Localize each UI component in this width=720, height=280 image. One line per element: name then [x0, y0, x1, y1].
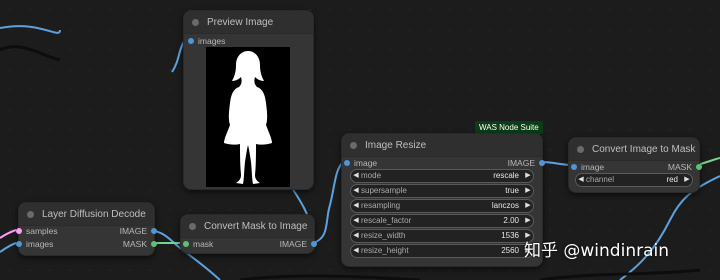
- widget-value: lanczos: [491, 201, 519, 210]
- slot-label: images: [198, 36, 226, 46]
- node-header[interactable]: Layer Diffusion Decode: [19, 203, 154, 226]
- node-collapse-dot-icon[interactable]: [27, 210, 34, 218]
- image-pin-icon[interactable]: [571, 164, 577, 170]
- node-header[interactable]: Convert Image to Mask: [569, 138, 699, 161]
- resize-height-widget[interactable]: ◀ resize_height 2560 ▶: [350, 244, 534, 258]
- image-pin-icon[interactable]: [311, 241, 317, 247]
- node-header[interactable]: Image Resize: [342, 134, 542, 157]
- preview-image: [206, 47, 290, 187]
- image-pin-icon[interactable]: [344, 160, 350, 166]
- arrow-right-icon[interactable]: ▶: [523, 170, 533, 182]
- silhouette-image: [224, 51, 272, 184]
- node-title: Convert Mask to Image: [204, 220, 308, 232]
- image-pin-icon[interactable]: [539, 160, 545, 166]
- wire-dark-bottom2: [539, 268, 701, 280]
- node-collapse-dot-icon[interactable]: [577, 145, 584, 153]
- node-header[interactable]: Preview Image: [184, 11, 313, 34]
- arrow-left-icon[interactable]: ◀: [351, 245, 361, 257]
- wire-latent: [0, 229, 17, 239]
- widget-label: channel: [586, 175, 615, 184]
- convert-image-to-mask-node[interactable]: Convert Image to Mask image MASK ◀ chann…: [568, 137, 702, 193]
- widget-label: mode: [361, 171, 382, 180]
- wire-image-cm: [312, 161, 344, 244]
- arrow-left-icon[interactable]: ◀: [351, 230, 361, 242]
- node-title: Preview Image: [207, 16, 274, 28]
- mask-pin-icon[interactable]: [696, 164, 702, 170]
- arrow-left-icon[interactable]: ◀: [351, 200, 361, 212]
- image-pin-icon[interactable]: [188, 38, 194, 44]
- supersample-widget[interactable]: ◀ supersample true ▶: [350, 184, 534, 198]
- arrow-left-icon[interactable]: ◀: [351, 170, 361, 182]
- arrow-left-icon[interactable]: ◀: [351, 215, 361, 227]
- node-title: Image Resize: [365, 139, 427, 151]
- widget-label: supersample: [361, 186, 407, 195]
- slot-label: IMAGE: [507, 158, 535, 168]
- widget-label: resize_height: [361, 246, 409, 255]
- output-mask[interactable]: MASK: [668, 161, 702, 173]
- slot-label: MASK: [667, 162, 692, 172]
- node-title: Layer Diffusion Decode: [42, 208, 146, 220]
- image-resize-node[interactable]: Image Resize image IMAGE ◀ mode rescale …: [341, 133, 545, 267]
- widget-label: resize_width: [361, 231, 406, 240]
- node-collapse-dot-icon[interactable]: [189, 222, 196, 230]
- input-mask[interactable]: mask: [183, 238, 213, 250]
- widget-value: 2560: [501, 246, 519, 255]
- image-pin-icon[interactable]: [16, 241, 22, 247]
- layer-diffusion-decode-node[interactable]: Layer Diffusion Decode samples images IM…: [16, 202, 157, 256]
- mask-pin-icon[interactable]: [151, 241, 157, 247]
- arrow-left-icon[interactable]: ◀: [576, 174, 586, 186]
- arrow-right-icon[interactable]: ▶: [682, 174, 692, 186]
- image-pin-icon[interactable]: [151, 228, 157, 234]
- slot-label: samples: [26, 226, 58, 236]
- slot-label: images: [26, 239, 54, 249]
- wire-dark-bottom: [239, 274, 421, 280]
- channel-widget[interactable]: ◀ channel red ▶: [575, 173, 693, 187]
- arrow-right-icon[interactable]: ▶: [523, 200, 533, 212]
- node-title: Convert Image to Mask: [592, 143, 696, 155]
- input-images[interactable]: images: [188, 35, 225, 47]
- node-header[interactable]: Convert Mask to Image: [181, 215, 314, 238]
- widget-label: resampling: [361, 201, 401, 210]
- resize-width-widget[interactable]: ◀ resize_width 1536 ▶: [350, 229, 534, 243]
- widget-value: 1536: [501, 231, 519, 240]
- slot-label: mask: [193, 239, 214, 249]
- arrow-right-icon[interactable]: ▶: [523, 215, 533, 227]
- output-mask[interactable]: MASK: [123, 238, 157, 250]
- slot-label: IMAGE: [279, 239, 307, 249]
- node-collapse-dot-icon[interactable]: [192, 18, 199, 26]
- widget-value: 2.00: [503, 216, 519, 225]
- rescale-factor-widget[interactable]: ◀ rescale_factor 2.00 ▶: [350, 214, 534, 228]
- slot-label: IMAGE: [119, 226, 147, 236]
- preview-image-node[interactable]: Preview Image images: [183, 10, 314, 190]
- output-image[interactable]: IMAGE: [280, 238, 317, 250]
- output-image[interactable]: IMAGE: [120, 225, 157, 237]
- arrow-right-icon[interactable]: ▶: [523, 185, 533, 197]
- mask-pin-icon[interactable]: [183, 241, 189, 247]
- wire-image-topleft: [0, 25, 61, 34]
- widget-label: rescale_factor: [361, 216, 412, 225]
- resampling-widget[interactable]: ◀ resampling lanczos ▶: [350, 199, 534, 213]
- widget-value: rescale: [493, 171, 519, 180]
- slot-label: image: [581, 162, 605, 172]
- mode-widget[interactable]: ◀ mode rescale ▶: [350, 169, 534, 183]
- watermark: 知乎 @windinrain: [524, 241, 669, 261]
- wire-image-left: [0, 242, 17, 253]
- input-samples[interactable]: samples: [16, 225, 58, 237]
- widget-value: true: [505, 186, 519, 195]
- wire-dark-left: [0, 45, 61, 62]
- input-images[interactable]: images: [16, 238, 53, 250]
- node-collapse-dot-icon[interactable]: [350, 141, 357, 149]
- input-image[interactable]: image: [344, 157, 377, 169]
- arrow-left-icon[interactable]: ◀: [351, 185, 361, 197]
- output-image[interactable]: IMAGE: [508, 157, 545, 169]
- slot-label: MASK: [122, 239, 147, 249]
- widget-value: red: [666, 175, 678, 184]
- input-image[interactable]: image: [571, 161, 604, 173]
- convert-mask-to-image-node[interactable]: Convert Mask to Image mask IMAGE: [180, 214, 317, 254]
- latent-pin-icon[interactable]: [16, 228, 22, 234]
- slot-label: image: [354, 158, 378, 168]
